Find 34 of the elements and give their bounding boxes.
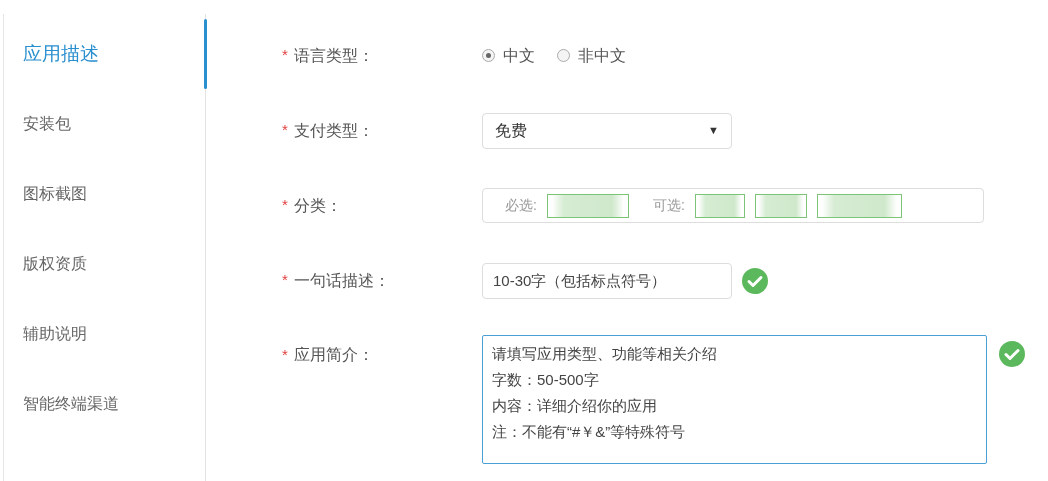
sidebar-item[interactable]: 安装包 <box>23 112 71 136</box>
field-label: 一句话描述： <box>293 270 390 291</box>
radio-option[interactable]: 中文 <box>482 43 535 68</box>
placeholder-text: 注：不能有“#￥&”等特殊符号 <box>492 422 686 442</box>
field-label: 语言类型： <box>293 45 374 66</box>
field-label: 支付类型： <box>293 120 374 141</box>
input-field[interactable]: 10-30字（包括标点符号） <box>482 262 732 299</box>
category-label: 必选: <box>505 196 537 215</box>
radio-button[interactable] <box>482 49 495 62</box>
required-asterisk: * <box>282 270 288 291</box>
required-asterisk: * <box>282 45 288 66</box>
category-tag[interactable] <box>754 193 807 218</box>
category-tag[interactable] <box>546 193 629 218</box>
placeholder-text: 内容：详细介绍你的应用 <box>492 396 657 416</box>
sidebar-item[interactable]: 应用描述 <box>23 39 99 69</box>
field-label: 应用简介： <box>293 345 374 365</box>
active-indicator <box>204 19 207 89</box>
sidebar-item[interactable]: 辅助说明 <box>23 322 87 346</box>
required-asterisk: * <box>282 344 288 365</box>
sidebar-item[interactable]: 智能终端渠道 <box>23 392 119 416</box>
select-field[interactable]: 免费 ▼ <box>482 112 732 149</box>
radio-button[interactable] <box>557 49 570 62</box>
sidebar-item[interactable]: 图标截图 <box>23 182 87 206</box>
text-area[interactable]: 请填写应用类型、功能等相关介绍 字数：50-500字 内容：详细介绍你的应用 注：不能有“#￥&”等特殊符号 <box>482 335 987 464</box>
category-tag[interactable] <box>816 193 902 218</box>
radio-option[interactable]: 非中文 <box>557 43 626 68</box>
required-asterisk: * <box>282 195 288 216</box>
placeholder-text: 字数：50-500字 <box>492 370 599 390</box>
sidebar-item[interactable]: 版权资质 <box>23 252 87 276</box>
category-label: 可选: <box>652 196 685 215</box>
category-tag[interactable] <box>694 193 745 218</box>
required-asterisk: * <box>282 120 288 141</box>
field-label: 分类： <box>293 195 342 216</box>
placeholder-text: 请填写应用类型、功能等相关介绍 <box>492 344 717 364</box>
